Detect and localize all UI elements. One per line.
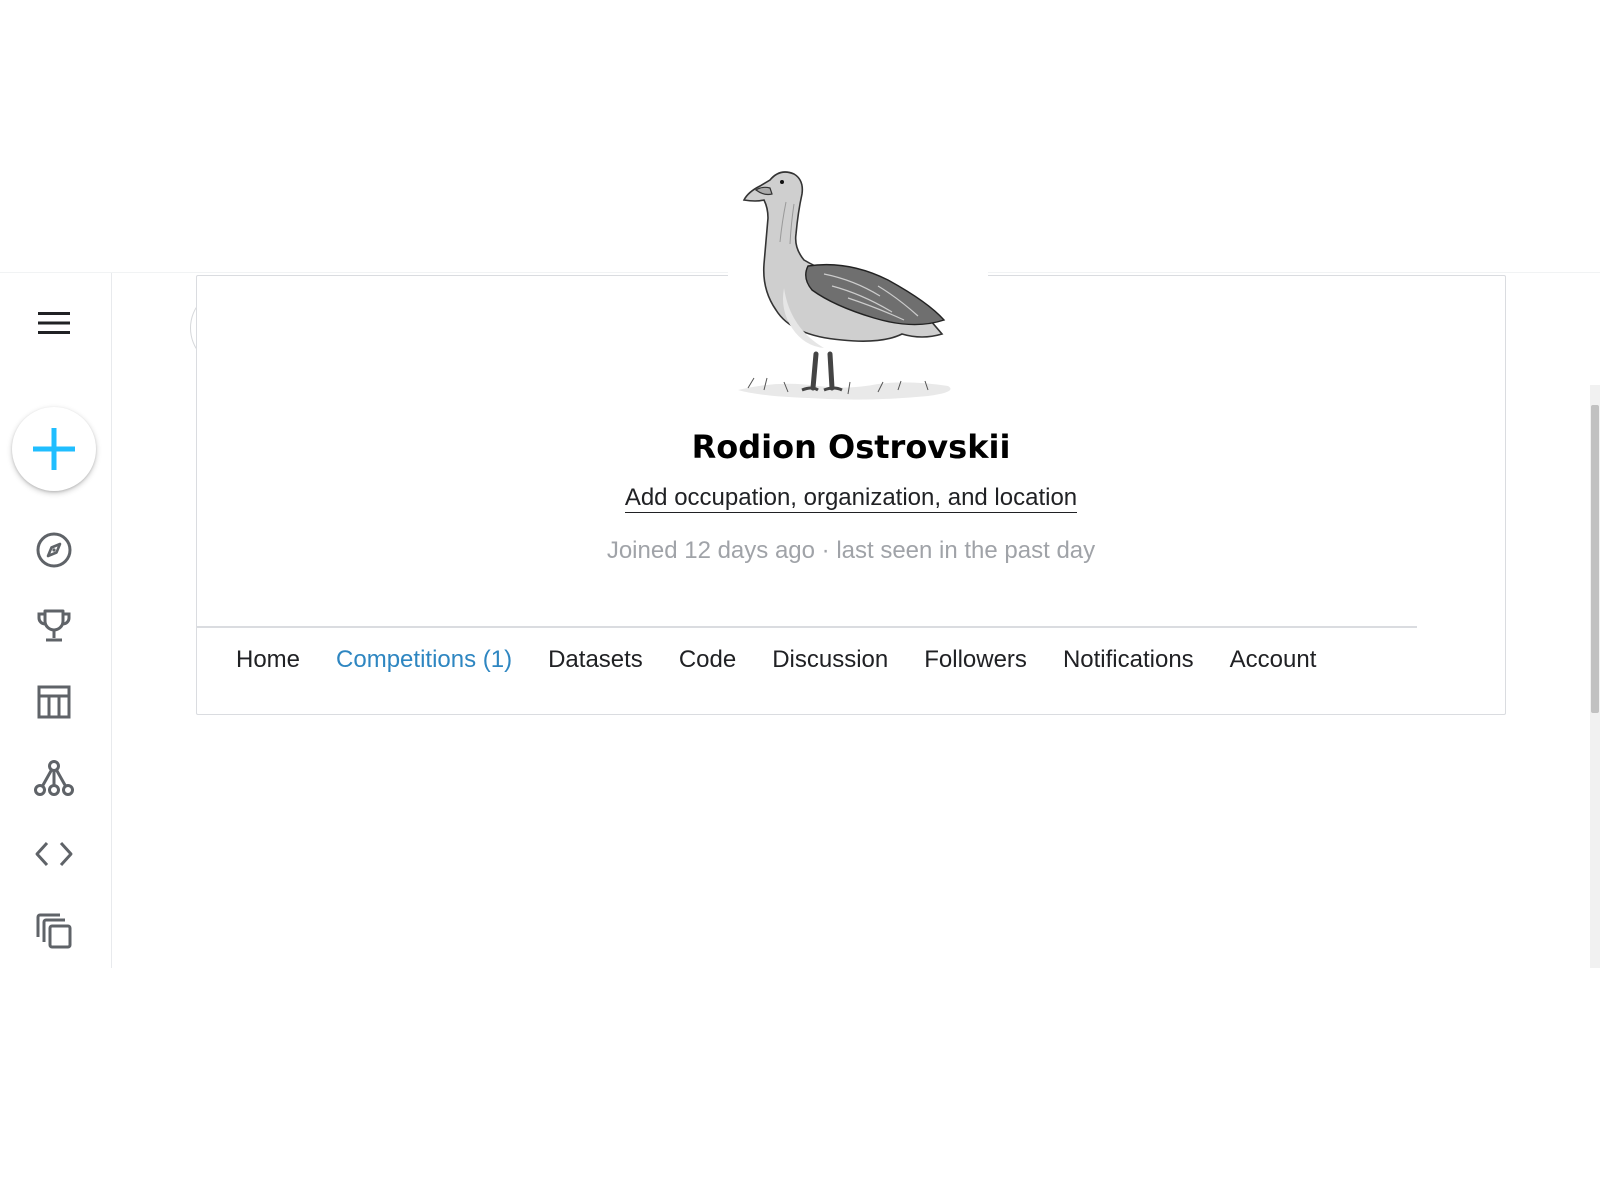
tab-account[interactable]: Account	[1230, 646, 1317, 674]
profile-name: Rodion Ostrovskii	[691, 428, 1011, 466]
profile-photo	[728, 158, 988, 410]
goose-illustration-icon	[738, 171, 951, 400]
nav-models-button[interactable]	[30, 754, 78, 802]
trophy-icon	[37, 609, 71, 642]
tab-notifications[interactable]: Notifications	[1063, 646, 1194, 674]
code-icon	[35, 841, 73, 867]
compass-icon	[36, 532, 72, 568]
profile-joined-status: Joined 12 days ago · last seen in the pa…	[606, 537, 1096, 564]
left-nav-rail	[0, 273, 112, 969]
nav-datasets-button[interactable]	[30, 678, 78, 726]
nav-code-button[interactable]	[30, 830, 78, 878]
copy-stack-icon	[36, 913, 72, 949]
menu-button[interactable]	[30, 299, 78, 347]
model-network-icon	[34, 760, 74, 796]
table-icon	[37, 685, 71, 719]
page-bottom-margin	[0, 968, 1600, 1200]
tab-followers[interactable]: Followers	[924, 646, 1027, 674]
tab-datasets[interactable]: Datasets	[548, 646, 643, 674]
nav-learn-button[interactable]	[30, 907, 78, 955]
tab-home[interactable]: Home	[236, 646, 300, 674]
tab-discussion[interactable]: Discussion	[772, 646, 888, 674]
hamburger-menu-icon	[38, 312, 70, 334]
profile-tabs: Home Competitions (1) Datasets Code Disc…	[236, 627, 1352, 693]
nav-home-button[interactable]	[30, 526, 78, 574]
page-scrollbar-thumb[interactable]	[1591, 405, 1599, 713]
tab-code[interactable]: Code	[679, 646, 736, 674]
create-button[interactable]	[12, 407, 96, 491]
plus-icon	[33, 428, 75, 470]
tab-competitions[interactable]: Competitions (1)	[336, 646, 512, 674]
profile-occupation: Add occupation, organization, and locati…	[196, 484, 1506, 513]
add-occupation-link[interactable]: Add occupation, organization, and locati…	[624, 484, 1078, 513]
nav-competitions-button[interactable]	[30, 602, 78, 650]
